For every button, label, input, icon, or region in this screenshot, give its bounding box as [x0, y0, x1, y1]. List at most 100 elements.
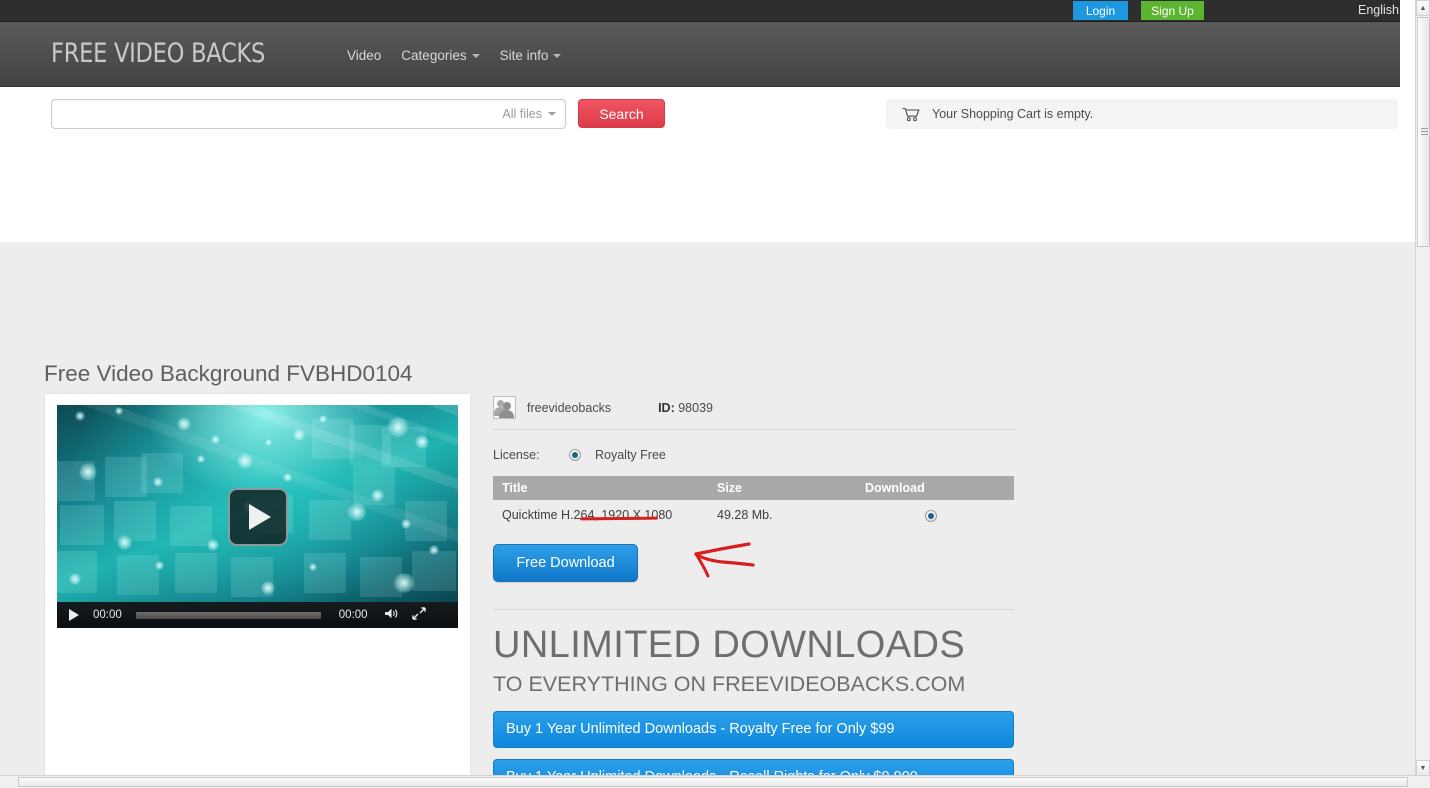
decor-bokeh: [177, 417, 191, 431]
site-header: FREE VIDEO BACKS Video Categories Site i…: [0, 22, 1415, 87]
owner-row: freevideobacks ID: 98039: [493, 394, 1015, 430]
site-logo[interactable]: FREE VIDEO BACKS: [51, 38, 265, 69]
decor-bokeh: [371, 489, 384, 502]
decor-bokeh: [237, 453, 253, 469]
decor-bokeh: [115, 407, 123, 415]
decor-bokeh: [69, 573, 81, 585]
play-icon[interactable]: [69, 609, 79, 621]
language-selector[interactable]: English: [1358, 3, 1399, 17]
user-avatar-icon: [493, 396, 516, 419]
horizontal-scroll-thumb[interactable]: [18, 777, 1408, 787]
download-options-table: Title Size Download Quicktime H.264, 192…: [493, 476, 1014, 530]
video-player[interactable]: 00:00 00:00: [57, 405, 458, 628]
table-header-row: Title Size Download: [493, 476, 1014, 500]
shopping-cart-icon: [902, 106, 920, 122]
scroll-up-arrow-icon[interactable]: ▲: [1416, 0, 1430, 16]
decor-square: [405, 501, 447, 541]
browser-viewport: Login Sign Up English FREE VIDEO BACKS V…: [0, 0, 1430, 788]
chevron-down-icon: [471, 53, 480, 58]
page-title: Free Video Background FVBHD0104: [44, 361, 413, 386]
item-details-panel: freevideobacks ID: 98039 License: Royalt…: [493, 394, 1015, 788]
decor-bokeh: [293, 429, 305, 441]
decor-bokeh: [117, 535, 132, 550]
current-time: 00:00: [93, 609, 122, 621]
video-card: 00:00 00:00: [45, 394, 470, 775]
decor-bokeh: [211, 435, 220, 444]
promo-subheading: TO EVERYTHING ON FREEVIDEOBACKS.COM: [493, 671, 966, 696]
search-input[interactable]: [60, 104, 480, 124]
scroll-down-arrow-icon[interactable]: ▼: [1416, 760, 1430, 776]
section-divider: [493, 609, 1014, 610]
nav-label: Site info: [499, 48, 549, 63]
decor-square: [304, 553, 346, 593]
video-controls-bar: 00:00 00:00: [57, 602, 458, 628]
item-id-value: 98039: [678, 400, 713, 415]
decor-bokeh: [309, 563, 317, 571]
free-download-button[interactable]: Free Download: [493, 544, 638, 582]
nav-item-video[interactable]: Video: [347, 48, 381, 63]
decor-square: [412, 551, 456, 591]
cell-file-title: Quicktime H.264, 1920 X 1080: [493, 500, 708, 530]
decor-bokeh: [197, 455, 205, 463]
license-option-label: Royalty Free: [595, 448, 666, 462]
decor-bokeh: [283, 473, 292, 482]
file-type-filter[interactable]: All files: [502, 107, 556, 121]
duration-time: 00:00: [338, 609, 368, 621]
vertical-scroll-thumb[interactable]: [1417, 17, 1430, 247]
column-header-download: Download: [856, 476, 1014, 500]
decor-square: [175, 553, 217, 593]
search-button[interactable]: Search: [578, 99, 665, 128]
table-row: Quicktime H.264, 1920 X 1080 49.28 Mb.: [493, 500, 1014, 530]
chevron-down-icon: [553, 53, 562, 58]
decor-bokeh: [429, 545, 439, 555]
promo-button-royalty-free[interactable]: Buy 1 Year Unlimited Downloads - Royalty…: [493, 710, 1014, 748]
nav-item-site-info[interactable]: Site info: [500, 48, 562, 63]
search-box[interactable]: All files: [51, 99, 566, 129]
cart-status-text: Your Shopping Cart is empty.: [932, 107, 1094, 121]
fullscreen-icon[interactable]: [411, 607, 426, 623]
page-right-margin: [1400, 0, 1415, 242]
decor-square: [57, 551, 97, 593]
decor-square: [309, 500, 351, 540]
cell-file-size: 49.28 Mb.: [708, 500, 856, 530]
horizontal-scrollbar[interactable]: [0, 775, 1430, 788]
item-id-label: ID:: [658, 400, 675, 415]
signup-button[interactable]: Sign Up: [1141, 1, 1204, 20]
download-radio[interactable]: [925, 510, 937, 522]
decor-bokeh: [401, 519, 411, 529]
decor-square: [60, 505, 104, 545]
decor-bokeh: [265, 439, 272, 446]
decor-square: [170, 506, 212, 546]
decor-bokeh: [207, 539, 219, 551]
play-overlay-button[interactable]: [227, 487, 288, 546]
license-label: License:: [493, 448, 540, 462]
decor-bokeh: [75, 411, 85, 421]
owner-username[interactable]: freevideobacks: [527, 401, 611, 415]
decor-bokeh: [261, 581, 275, 595]
promo-heading: UNLIMITED DOWNLOADS: [493, 624, 966, 666]
decor-bokeh: [79, 463, 97, 481]
decor-bokeh: [155, 561, 164, 570]
chevron-down-icon: [548, 112, 556, 116]
license-radio-royalty-free[interactable]: [569, 449, 581, 461]
nav-item-categories[interactable]: Categories: [401, 48, 480, 63]
login-button[interactable]: Login: [1073, 1, 1128, 20]
filter-label: All files: [502, 107, 542, 121]
column-header-title: Title: [493, 476, 708, 500]
scroll-grip-icon: [1421, 128, 1428, 135]
nav-label: Categories: [401, 48, 467, 63]
decor-square: [117, 555, 159, 595]
volume-icon[interactable]: [384, 607, 399, 623]
progress-scrubber[interactable]: [135, 611, 321, 619]
decor-bokeh: [153, 477, 163, 487]
decor-square: [141, 453, 183, 493]
nav-label: Video: [347, 48, 382, 63]
shopping-cart-bar[interactable]: Your Shopping Cart is empty.: [886, 99, 1398, 129]
column-header-size: Size: [708, 476, 856, 500]
vertical-scrollbar[interactable]: ▲ ▼: [1415, 0, 1430, 788]
play-icon: [249, 503, 271, 530]
decor-bokeh: [319, 415, 327, 423]
top-utility-bar: Login Sign Up English: [0, 0, 1415, 22]
license-row: License: Royalty Free: [493, 445, 1015, 465]
decor-square: [312, 419, 354, 459]
